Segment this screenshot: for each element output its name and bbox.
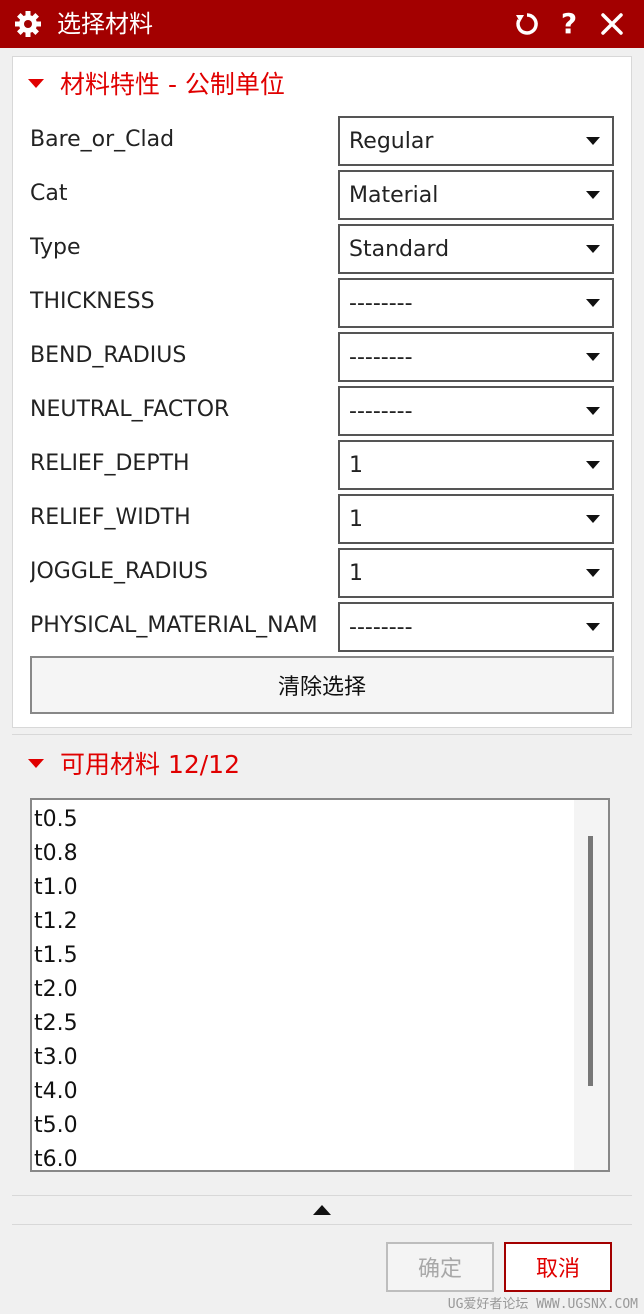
- materials-group-title: 可用材料 12/12: [60, 750, 240, 779]
- ok-button[interactable]: 确定: [386, 1242, 494, 1292]
- bend-radius-label: BEND_RADIUS: [30, 343, 187, 368]
- select-value: Material: [349, 182, 439, 208]
- gear-icon: [14, 10, 42, 38]
- dropdown-arrow-icon: [586, 245, 600, 253]
- list-item[interactable]: t1.2: [34, 908, 78, 936]
- type-label: Type: [30, 235, 81, 260]
- properties-group-header[interactable]: 材料特性 - 公制单位: [28, 66, 285, 100]
- thickness-select[interactable]: --------: [338, 278, 614, 328]
- title-bar: 选择材料 ?: [0, 0, 644, 48]
- list-item[interactable]: t4.0: [34, 1078, 78, 1106]
- scrollbar-track[interactable]: [574, 800, 608, 1170]
- select-value: --------: [349, 398, 413, 424]
- reset-icon[interactable]: [511, 8, 543, 40]
- select-value: Regular: [349, 128, 434, 154]
- watermark-text: UG爱好者论坛 WWW.UGSNX.COM: [447, 1297, 638, 1312]
- cancel-button[interactable]: 取消: [504, 1242, 612, 1292]
- cat-label: Cat: [30, 181, 68, 206]
- joggle-radius-label: JOGGLE_RADIUS: [30, 559, 208, 584]
- select-value: --------: [349, 344, 413, 370]
- list-item[interactable]: t1.5: [34, 942, 78, 970]
- dropdown-arrow-icon: [586, 299, 600, 307]
- scrollbar-thumb[interactable]: [588, 836, 593, 1086]
- dialog-title: 选择材料: [57, 10, 153, 38]
- type-select[interactable]: Standard: [338, 224, 614, 274]
- materials-group-header[interactable]: 可用材料 12/12: [28, 746, 240, 780]
- select-value: 1: [349, 452, 363, 478]
- neutral-factor-label: NEUTRAL_FACTOR: [30, 397, 230, 422]
- collapse-more-button[interactable]: [12, 1195, 632, 1225]
- bare-or-clad-select[interactable]: Regular: [338, 116, 614, 166]
- list-item[interactable]: t5.0: [34, 1112, 78, 1140]
- select-value: Standard: [349, 236, 450, 262]
- list-item[interactable]: t2.0: [34, 976, 78, 1004]
- select-value: 1: [349, 560, 363, 586]
- relief-width-select[interactable]: 1: [338, 494, 614, 544]
- expand-triangle-icon: [28, 758, 44, 768]
- bare-or-clad-label: Bare_or_Clad: [30, 127, 175, 152]
- relief-depth-select[interactable]: 1: [338, 440, 614, 490]
- properties-group-title: 材料特性 - 公制单位: [60, 70, 285, 99]
- dropdown-arrow-icon: [586, 569, 600, 577]
- physical-material-name-label: PHYSICAL_MATERIAL_NAM: [30, 613, 318, 638]
- thickness-label: THICKNESS: [30, 289, 155, 314]
- dropdown-arrow-icon: [586, 407, 600, 415]
- materials-list[interactable]: t0.5 t0.8 t1.0 t1.2 t1.5 t2.0 t2.5 t3.0 …: [30, 798, 610, 1172]
- close-icon[interactable]: [596, 8, 628, 40]
- list-item[interactable]: t0.5: [34, 806, 78, 834]
- dropdown-arrow-icon: [586, 623, 600, 631]
- joggle-radius-select[interactable]: 1: [338, 548, 614, 598]
- neutral-factor-select[interactable]: --------: [338, 386, 614, 436]
- expand-triangle-icon: [28, 78, 44, 88]
- relief-width-label: RELIEF_WIDTH: [30, 505, 191, 530]
- collapse-triangle-icon: [313, 1205, 331, 1215]
- dropdown-arrow-icon: [586, 461, 600, 469]
- select-value: --------: [349, 614, 413, 640]
- list-item[interactable]: t2.5: [34, 1010, 78, 1038]
- cat-select[interactable]: Material: [338, 170, 614, 220]
- dropdown-arrow-icon: [586, 137, 600, 145]
- dropdown-arrow-icon: [586, 353, 600, 361]
- select-value: --------: [349, 290, 413, 316]
- select-value: 1: [349, 506, 363, 532]
- bend-radius-select[interactable]: --------: [338, 332, 614, 382]
- dropdown-arrow-icon: [586, 515, 600, 523]
- list-item[interactable]: t3.0: [34, 1044, 78, 1072]
- physical-material-name-select[interactable]: --------: [338, 602, 614, 652]
- list-item[interactable]: t1.0: [34, 874, 78, 902]
- clear-selection-button[interactable]: 清除选择: [30, 656, 614, 714]
- list-item[interactable]: t6.0: [34, 1146, 78, 1170]
- dropdown-arrow-icon: [586, 191, 600, 199]
- relief-depth-label: RELIEF_DEPTH: [30, 451, 190, 476]
- list-item[interactable]: t0.8: [34, 840, 78, 868]
- help-icon[interactable]: ?: [553, 8, 585, 40]
